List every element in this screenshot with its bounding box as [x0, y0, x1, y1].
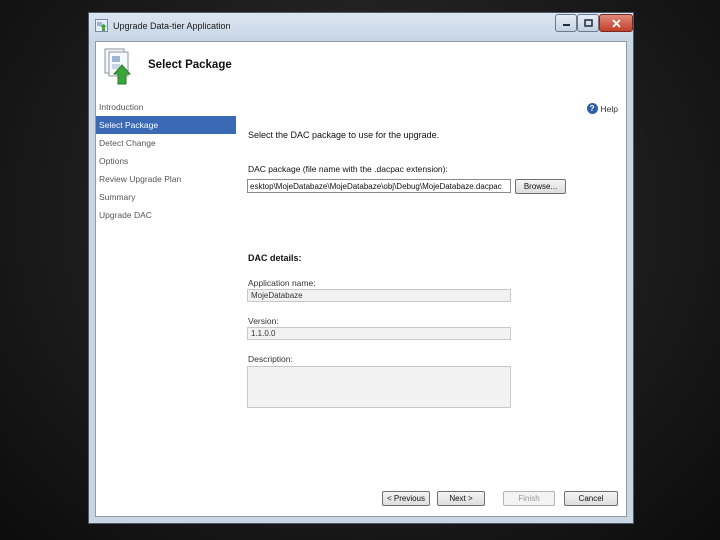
dac-package-input[interactable] — [247, 179, 511, 193]
version-field: 1.1.0.0 — [247, 327, 511, 340]
instruction-text: Select the DAC package to use for the up… — [248, 130, 440, 140]
sidebar-item-detect-change[interactable]: Detect Change — [96, 134, 236, 152]
wizard-footer: < Previous Next > Finish Cancel — [237, 482, 626, 516]
description-field — [247, 366, 511, 408]
sidebar-item-options[interactable]: Options — [96, 152, 236, 170]
version-label: Version: — [248, 316, 279, 326]
description-label: Description: — [248, 354, 293, 364]
dac-details-heading: DAC details: — [248, 253, 302, 263]
application-name-field: MojeDatabaze — [247, 289, 511, 302]
maximize-button[interactable] — [577, 14, 599, 32]
previous-button[interactable]: < Previous — [382, 491, 430, 506]
minimize-icon — [562, 24, 570, 26]
sidebar-item-introduction[interactable]: Introduction — [96, 98, 236, 116]
minimize-button[interactable] — [555, 14, 577, 32]
help-icon: ? — [586, 103, 598, 114]
sidebar-item-upgrade-dac[interactable]: Upgrade DAC — [96, 206, 236, 224]
content-panel: ? Help Select the DAC package to use for… — [237, 98, 626, 482]
help-link[interactable]: ? Help — [586, 103, 618, 114]
sidebar-item-select-package[interactable]: Select Package — [96, 116, 236, 134]
wizard-client-area: Select Package Introduction Select Packa… — [95, 41, 627, 517]
wizard-steps-nav: Introduction Select Package Detect Chang… — [96, 98, 236, 516]
wizard-window: Upgrade Data-tier Application Select Pac… — [88, 12, 634, 524]
cancel-button[interactable]: Cancel — [564, 491, 618, 506]
browse-button[interactable]: Browse... — [515, 179, 566, 194]
next-button[interactable]: Next > — [437, 491, 485, 506]
close-button[interactable] — [599, 14, 633, 32]
maximize-icon — [583, 19, 593, 27]
sidebar-item-summary[interactable]: Summary — [96, 188, 236, 206]
page-header: Select Package — [96, 42, 626, 92]
page-title: Select Package — [148, 59, 232, 71]
package-upgrade-icon — [104, 48, 132, 85]
application-name-label: Application name: — [248, 278, 316, 288]
title-bar[interactable]: Upgrade Data-tier Application — [89, 13, 633, 40]
sidebar-item-review-upgrade-plan[interactable]: Review Upgrade Plan — [96, 170, 236, 188]
app-icon — [95, 19, 108, 32]
finish-button: Finish — [503, 491, 555, 506]
window-title: Upgrade Data-tier Application — [113, 21, 231, 31]
help-label: Help — [600, 103, 618, 114]
dac-package-label: DAC package (file name with the .dacpac … — [248, 164, 448, 174]
close-icon — [611, 18, 621, 28]
